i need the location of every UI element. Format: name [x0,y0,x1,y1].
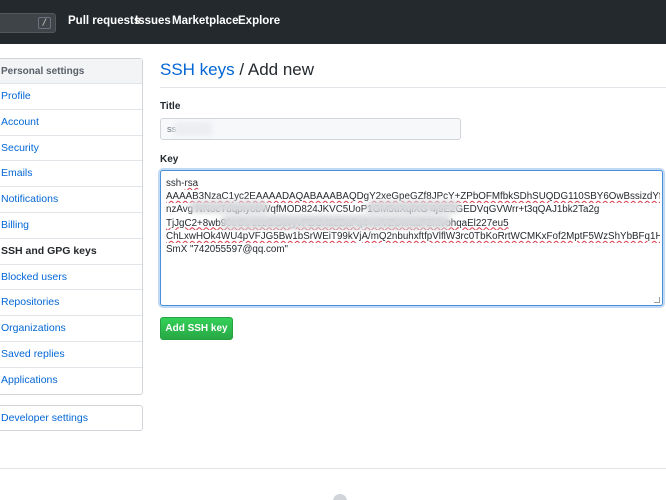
nav-issues[interactable]: Issues [135,15,171,27]
footer-divider [0,468,666,469]
sidebar-item-developer-settings[interactable]: Developer settings [0,406,142,430]
sidebar-item-profile[interactable]: Profile [0,84,142,110]
breadcrumb-current: Add new [247,60,315,79]
sidebar-item-organizations[interactable]: Organizations [0,316,142,342]
header-bar: / Pull requests Issues Marketplace Explo… [0,0,666,44]
sidebar-item-repositories[interactable]: Repositories [0,290,142,317]
key-label: Key [160,154,179,165]
github-logo-icon[interactable] [333,494,347,500]
settings-sidebar: Personal settings Profile Account Securi… [0,58,143,395]
sidebar-item-emails[interactable]: Emails [0,161,142,188]
key-line: SmX "742055597@qq.com" [166,244,289,256]
add-ssh-key-button[interactable]: Add SSH key [160,317,233,340]
nav-marketplace[interactable]: Marketplace [172,15,238,27]
sidebar-item-account[interactable]: Account [0,110,142,136]
breadcrumb-ssh-keys[interactable]: SSH keys [160,60,235,79]
sidebar-item-notifications[interactable]: Notifications [0,187,142,213]
key-type: rsa [184,178,199,189]
sidebar-item-billing[interactable]: Billing [0,213,142,239]
developer-sidebar: Developer settings [0,405,143,431]
nav-pull-requests[interactable]: Pull requests [68,15,140,27]
sidebar-item-blocked-users[interactable]: Blocked users [0,265,142,291]
title-label: Title [160,101,181,112]
title-redaction [174,122,212,136]
key-line: ChLxwHOk4WU4pVFJG5Bw1bSrWEiT99kVjA/mQ2nb… [166,230,660,242]
key-redaction [366,201,461,213]
sidebar-item-security[interactable]: Security [0,136,142,162]
sidebar-item-applications[interactable]: Applications [0,368,142,394]
search-input[interactable]: / [0,13,56,33]
search-shortcut-hint: / [38,17,51,29]
sidebar-item-saved-replies[interactable]: Saved replies [0,342,142,368]
sidebar-item-ssh-gpg-keys[interactable]: SSH and GPG keys [0,239,142,265]
key-redaction [189,201,269,213]
page-title: SSH keys / Add new [160,60,666,88]
resize-handle[interactable] [654,297,660,303]
breadcrumb-separator: / [234,60,248,79]
key-line: ssh-rsa [166,178,199,189]
key-redaction [221,215,451,229]
key-textarea[interactable]: ssh-rsa AAAAB3NzaC1yc2EAAAADAQABAAABAQDg… [160,170,663,306]
nav-explore[interactable]: Explore [238,15,280,27]
sidebar-header: Personal settings [0,59,142,84]
